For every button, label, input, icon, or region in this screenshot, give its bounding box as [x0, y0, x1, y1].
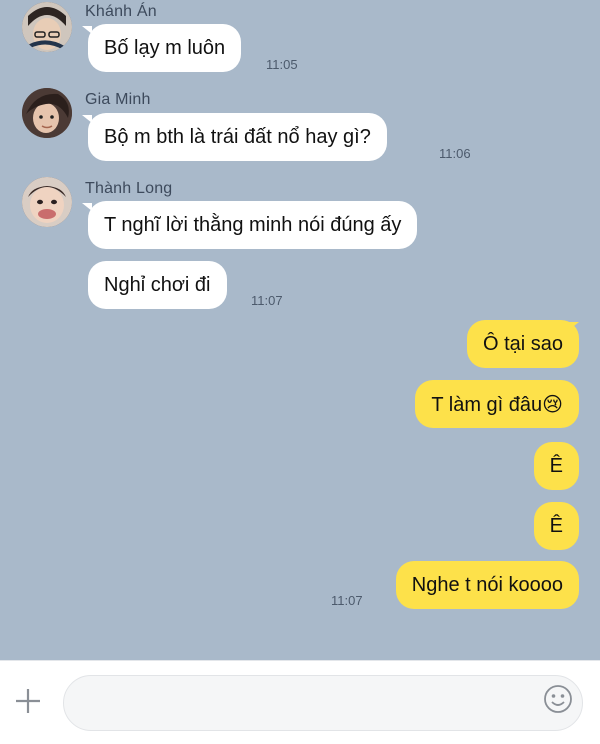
outgoing-message[interactable]: T làm gì đâu😢 — [415, 380, 579, 428]
incoming-message[interactable]: Bố lạy m luôn — [88, 24, 242, 72]
message-input[interactable] — [63, 675, 583, 731]
incoming-message[interactable]: T nghĩ lời thằng minh nói đúng ấy — [88, 201, 418, 249]
outgoing-message[interactable]: Ê — [533, 442, 579, 490]
avatar-khanh-an[interactable] — [22, 2, 72, 52]
sender-name: Gia Minh — [85, 91, 151, 108]
avatar-gia-minh[interactable] — [22, 88, 72, 138]
message-time: 11:06 — [439, 146, 471, 161]
bubble-tail — [82, 26, 92, 34]
emoji-icon[interactable] — [543, 684, 573, 714]
input-bar — [0, 660, 600, 744]
incoming-message[interactable]: Nghỉ chơi đi — [88, 261, 227, 309]
bubble-tail — [569, 322, 579, 330]
outgoing-message[interactable]: Ê — [533, 502, 579, 550]
outgoing-message[interactable]: Ô tại sao — [466, 320, 579, 368]
incoming-message[interactable]: Bộ m bth là trái đất nổ hay gì? — [88, 113, 387, 161]
sender-name: Khánh Án — [85, 3, 157, 20]
avatar-thanh-long[interactable] — [22, 177, 72, 227]
message-time: 11:07 — [331, 593, 363, 608]
bubble-tail — [82, 203, 92, 211]
outgoing-message[interactable]: Nghe t nói koooo — [395, 561, 579, 609]
message-time: 11:07 — [251, 293, 283, 308]
plus-icon[interactable] — [14, 687, 42, 715]
sender-name: Thành Long — [85, 180, 173, 197]
bubble-tail — [82, 115, 92, 123]
chat-area[interactable]: Khánh Án Bố lạy m luôn 11:05 Gia Minh Bộ… — [0, 0, 600, 660]
message-time: 11:05 — [266, 57, 298, 72]
